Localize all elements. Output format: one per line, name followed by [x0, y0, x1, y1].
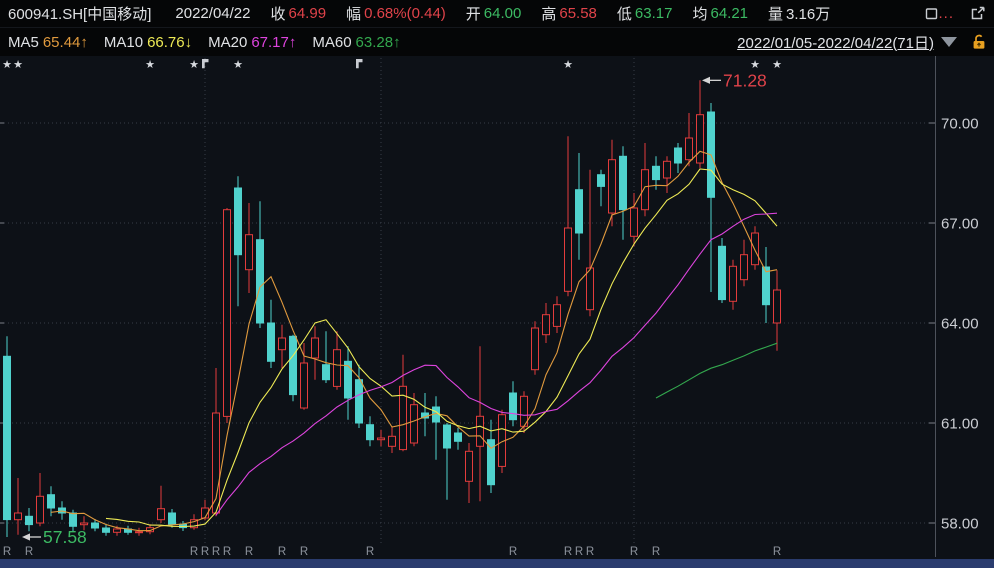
r-marker: R: [366, 546, 374, 558]
r-marker: R: [575, 546, 583, 558]
ma10-field: MA10 66.76↓: [104, 34, 192, 51]
ma-bar: MA5 65.44↑ MA10 66.76↓ MA20 67.17↑ MA60 …: [0, 28, 994, 56]
ma60-label: MA60: [312, 34, 351, 51]
open-label: 开: [466, 3, 481, 24]
quote-date: 2022/04/22: [175, 5, 250, 22]
r-marker: R: [278, 546, 286, 558]
avg-field: 均 64.21: [692, 3, 748, 24]
price-annotation: 71.28: [723, 70, 767, 90]
ma20-label: MA20: [208, 34, 247, 51]
volume-field: 量 3.16万: [768, 3, 830, 24]
stock-symbol: 600941.SH[中国移动]: [8, 3, 151, 24]
star-marker: ★: [13, 59, 23, 71]
low-field: 低 63.17: [617, 3, 673, 24]
r-marker: R: [652, 546, 660, 558]
ma20-field: MA20 67.17↑: [208, 34, 296, 51]
ma20-value: 67.17↑: [251, 34, 296, 51]
stock-info-bar: 600941.SH[中国移动] 2022/04/22 收 64.99 幅 0.6…: [0, 0, 994, 28]
r-marker: R: [201, 546, 209, 558]
volume-label: 量: [768, 3, 783, 24]
svg-text:58.00: 58.00: [941, 516, 979, 533]
r-marker: R: [223, 546, 231, 558]
date-range-selector[interactable]: 2022/01/05-2022/04/22(71日): [737, 32, 934, 53]
ma60-field: MA60 63.28↑: [312, 34, 400, 51]
ma5-value: 65.44↑: [43, 34, 88, 51]
r-marker: R: [586, 546, 594, 558]
r-marker: R: [25, 546, 33, 558]
avg-value: 64.21: [710, 5, 748, 22]
low-label: 低: [617, 3, 632, 24]
change-label: 幅: [346, 3, 361, 24]
lock-icon[interactable]: [972, 34, 986, 50]
svg-text:64.00: 64.00: [941, 316, 979, 333]
expand-icon[interactable]: [970, 6, 986, 21]
r-marker: R: [212, 546, 220, 558]
star-marker: ★: [2, 59, 12, 71]
svg-text:67.00: 67.00: [941, 216, 979, 233]
kline-chart-canvas[interactable]: 70.0067.0064.0061.0058.00★★★★★★★★RRRRRRR…: [0, 56, 994, 559]
close-value: 64.99: [289, 5, 327, 22]
star-marker: ★: [772, 59, 782, 71]
r-marker: R: [630, 546, 638, 558]
avg-label: 均: [692, 3, 707, 24]
star-marker: ★: [750, 59, 760, 71]
open-value: 64.00: [484, 5, 522, 22]
star-marker: ★: [233, 59, 243, 71]
kline-chart[interactable]: 70.0067.0064.0061.0058.00★★★★★★★★RRRRRRR…: [0, 56, 994, 559]
r-marker: R: [245, 546, 253, 558]
r-marker: R: [3, 546, 11, 558]
volume-value: 3.16万: [786, 3, 830, 24]
high-field: 高 65.58: [541, 3, 597, 24]
change-field: 幅 0.68%(0.44): [346, 3, 446, 24]
caret-down-icon[interactable]: [941, 37, 957, 47]
r-marker: R: [300, 546, 308, 558]
star-marker: ★: [145, 59, 155, 71]
price-annotation: 57.58: [43, 527, 87, 547]
svg-text:70.00: 70.00: [941, 116, 979, 133]
high-label: 高: [541, 3, 556, 24]
ma5-field: MA5 65.44↑: [8, 34, 88, 51]
close-label: 收: [270, 3, 285, 24]
svg-text:61.00: 61.00: [941, 416, 979, 433]
low-value: 63.17: [635, 5, 673, 22]
star-marker: ★: [563, 59, 573, 71]
close-field: 收 64.99: [270, 3, 326, 24]
window-icon[interactable]: [925, 7, 938, 20]
star-marker: ★: [189, 59, 199, 71]
ma60-value: 63.28↑: [356, 34, 401, 51]
open-field: 开 64.00: [466, 3, 522, 24]
high-value: 65.58: [559, 5, 597, 22]
flag-marker: [356, 59, 363, 68]
ma10-value: 66.76↓: [147, 34, 192, 51]
change-value: 0.68%(0.44): [364, 5, 446, 22]
r-marker: R: [773, 546, 781, 558]
chart-scrollbar[interactable]: [0, 559, 994, 568]
r-marker: R: [509, 546, 517, 558]
more-ellipsis[interactable]: ...: [938, 5, 954, 22]
ma5-label: MA5: [8, 34, 39, 51]
r-marker: R: [564, 546, 572, 558]
ma10-label: MA10: [104, 34, 143, 51]
r-marker: R: [190, 546, 198, 558]
